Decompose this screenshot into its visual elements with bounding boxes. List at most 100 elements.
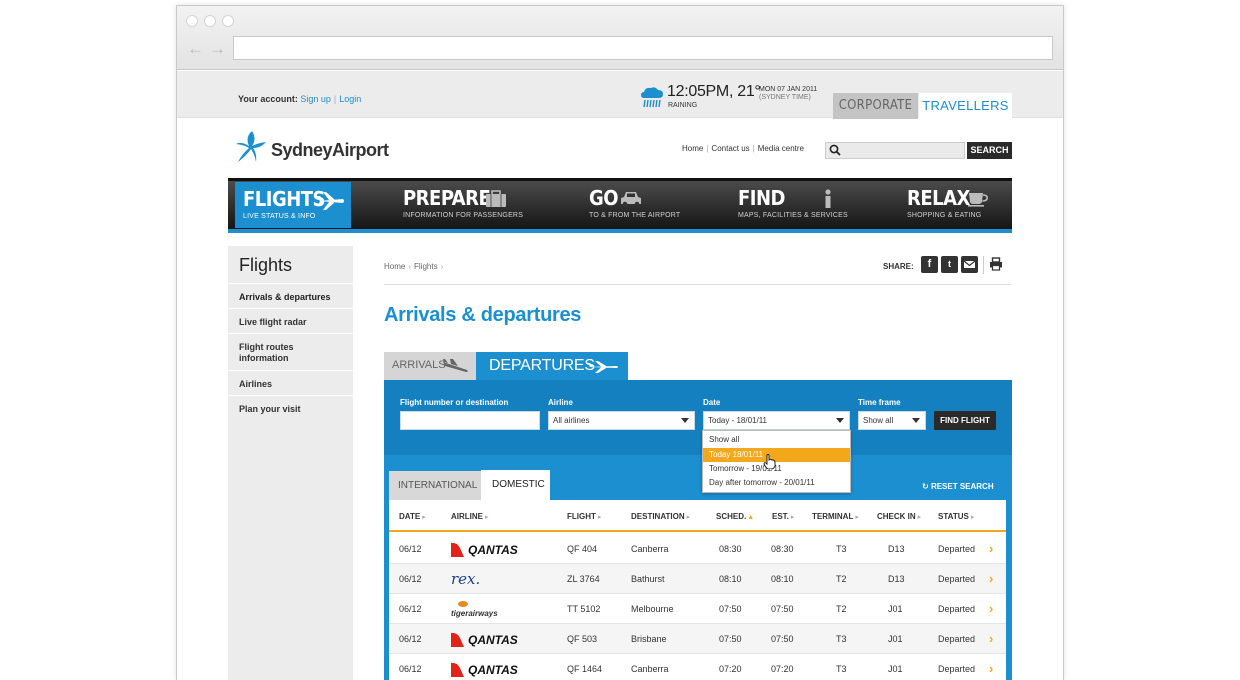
top-link-contact[interactable]: Contact us (711, 144, 749, 153)
find-flight-button[interactable]: FIND FLIGHT (934, 411, 996, 430)
facebook-icon[interactable]: f (921, 256, 938, 273)
sidebar-title: Flights (239, 255, 293, 275)
tab-domestic[interactable]: DOMESTIC (481, 470, 550, 500)
col-terminal[interactable]: TERMINAL ▸ (812, 512, 859, 521)
logo-wordmark[interactable]: SydneyAirport (271, 140, 389, 161)
col-status[interactable]: STATUS ▸ (938, 512, 974, 521)
tab-corporate[interactable]: CORPORATE (833, 93, 918, 119)
date-option-tomorrow[interactable]: Tomorrow - 19/01/11 (703, 462, 850, 476)
window-minimize-dot[interactable] (204, 15, 216, 27)
window-close-dot[interactable] (186, 15, 198, 27)
timeframe-select-value: Show all (863, 416, 894, 425)
top-links: Home | Contact us | Media centre (682, 144, 804, 153)
login-link[interactable]: Login (339, 94, 361, 104)
hand-cursor-icon (763, 454, 776, 469)
sidebar-item-arrivals-departures[interactable]: Arrivals & departures (228, 283, 353, 308)
flight-destination-input[interactable] (400, 411, 540, 430)
nav-go[interactable]: GO TO & FROM THE AIRPORT (589, 181, 689, 229)
nav-relax[interactable]: RELAX SHOPPING & EATING (907, 181, 1007, 229)
table-row[interactable]: 06/12 QANTAS QF 404 Canberra 08:30 08:30… (389, 534, 1006, 564)
twitter-icon[interactable]: t (941, 256, 958, 273)
forward-arrow-icon[interactable]: → (209, 40, 226, 57)
sidebar-item-airlines[interactable]: Airlines (228, 370, 353, 395)
cup-icon (968, 193, 988, 207)
breadcrumb-flights[interactable]: Flights (414, 262, 438, 271)
col-date[interactable]: DATE ▸ (399, 512, 426, 521)
table-row[interactable]: 06/12 QANTAS QF 503 Brisbane 07:50 07:50… (389, 624, 1006, 654)
cell-destination: Melbourne (631, 604, 674, 614)
signup-link[interactable]: Sign up (300, 94, 331, 104)
date-option-day-after[interactable]: Day after tomorrow - 20/01/11 (703, 476, 850, 490)
col-flight[interactable]: FLIGHT ▸ (567, 512, 601, 521)
col-checkin[interactable]: CHECK IN ▸ (877, 512, 921, 521)
cell-flight: ZL 3764 (567, 574, 600, 584)
date-option-show-all[interactable]: Show all (703, 433, 850, 447)
chevron-right-icon[interactable]: › (989, 631, 993, 646)
top-link-home[interactable]: Home (682, 144, 703, 153)
cell-status: Departed (938, 544, 976, 554)
print-icon[interactable] (989, 257, 1003, 271)
col-est[interactable]: EST. ▸ (772, 512, 794, 521)
table-header: DATE ▸ AIRLINE ▸ FLIGHT ▸ DESTINATION ▸ SCHE… (389, 500, 1006, 532)
chevron-right-icon[interactable]: › (989, 661, 993, 676)
date-field-label: Date (703, 398, 721, 407)
cell-sched: 07:50 (719, 634, 742, 644)
sidebar-item-flight-routes[interactable]: Flight routes information (228, 333, 353, 370)
cell-terminal: T3 (836, 544, 847, 554)
chevron-right-icon[interactable]: › (989, 601, 993, 616)
col-sched[interactable]: SCHED.▲ (716, 512, 754, 521)
cell-date: 06/12 (399, 664, 422, 674)
airline-field-label: Airline (548, 398, 573, 407)
page: Your account: Sign up | Login 12:05PM, 21°… (177, 71, 1063, 680)
window-zoom-dot[interactable] (222, 15, 234, 27)
date-option-today[interactable]: Today 18/01/11 (703, 448, 850, 462)
email-icon[interactable] (961, 256, 978, 273)
nav-flights-title: FLIGHTS (243, 187, 326, 211)
table-row[interactable]: 06/12 tigerairways TT 5102 Melbourne 07:… (389, 594, 1006, 624)
breadcrumb-home[interactable]: Home (384, 262, 405, 271)
chevron-right-icon[interactable]: › (989, 571, 993, 586)
tab-travellers[interactable]: TRAVELLERS (919, 93, 1012, 120)
search-input[interactable] (825, 142, 965, 159)
nav-find-sub: MAPS, FACILITIES & SERVICES (738, 212, 848, 219)
nav-find[interactable]: FIND MAPS, FACILITIES & SERVICES (738, 181, 848, 229)
cell-est: 07:50 (771, 634, 794, 644)
nav-flights[interactable]: FLIGHTS LIVE STATUS & INFO (235, 182, 351, 228)
sidebar-item-plan-visit[interactable]: Plan your visit (228, 395, 353, 420)
airline-select[interactable]: All airlines (548, 411, 695, 430)
flight-search-panel: Flight number or destination Airline All… (384, 380, 1012, 680)
reset-search-link[interactable]: ↻ RESET SEARCH (922, 482, 994, 491)
tab-arrivals[interactable]: ARRIVALS (384, 352, 476, 380)
cell-checkin: D13 (888, 544, 905, 554)
date-select[interactable]: Today - 18/01/11 (703, 411, 850, 430)
sydney-airport-logo-icon[interactable] (235, 129, 267, 163)
cell-status: Departed (938, 634, 976, 644)
header-divider (384, 284, 1011, 285)
chevron-right-icon[interactable]: › (989, 541, 993, 556)
car-icon (621, 192, 641, 207)
nav-prepare[interactable]: PREPARE INFORMATION FOR PASSENGERS (403, 181, 523, 229)
nav-go-sub: TO & FROM THE AIRPORT (589, 212, 681, 219)
sidebar-item-live-flight-radar[interactable]: Live flight radar (228, 308, 353, 333)
tab-departures[interactable]: DEPARTURES (476, 352, 628, 380)
svg-text:tigerairways: tigerairways (451, 609, 498, 618)
col-airline[interactable]: AIRLINE ▸ (451, 512, 489, 521)
tigerairways-logo-icon: tigerairways (451, 601, 498, 618)
top-link-media[interactable]: Media centre (758, 144, 804, 153)
nav-relax-title: RELAX (907, 186, 970, 210)
cell-date: 06/12 (399, 604, 422, 614)
cell-est: 08:10 (771, 574, 794, 584)
cell-date: 06/12 (399, 544, 422, 554)
cell-checkin: J01 (888, 604, 903, 614)
address-bar[interactable] (233, 36, 1053, 60)
search-button[interactable]: SEARCH (967, 142, 1012, 159)
tab-international[interactable]: INTERNATIONAL (389, 471, 481, 500)
timeframe-select[interactable]: Show all (858, 411, 926, 430)
cell-sched: 07:50 (719, 604, 742, 614)
table-row[interactable]: 06/12 QANTAS QF 1464 Canberra 07:20 07:2… (389, 654, 1006, 680)
table-row[interactable]: 06/12 rex. ZL 3764 Bathurst 08:10 08:10 … (389, 564, 1006, 594)
rex-logo-icon: rex. (451, 570, 480, 588)
col-destination[interactable]: DESTINATION ▸ (631, 512, 690, 521)
sort-asc-icon: ▲ (747, 514, 755, 521)
back-arrow-icon[interactable]: ← (187, 40, 204, 57)
